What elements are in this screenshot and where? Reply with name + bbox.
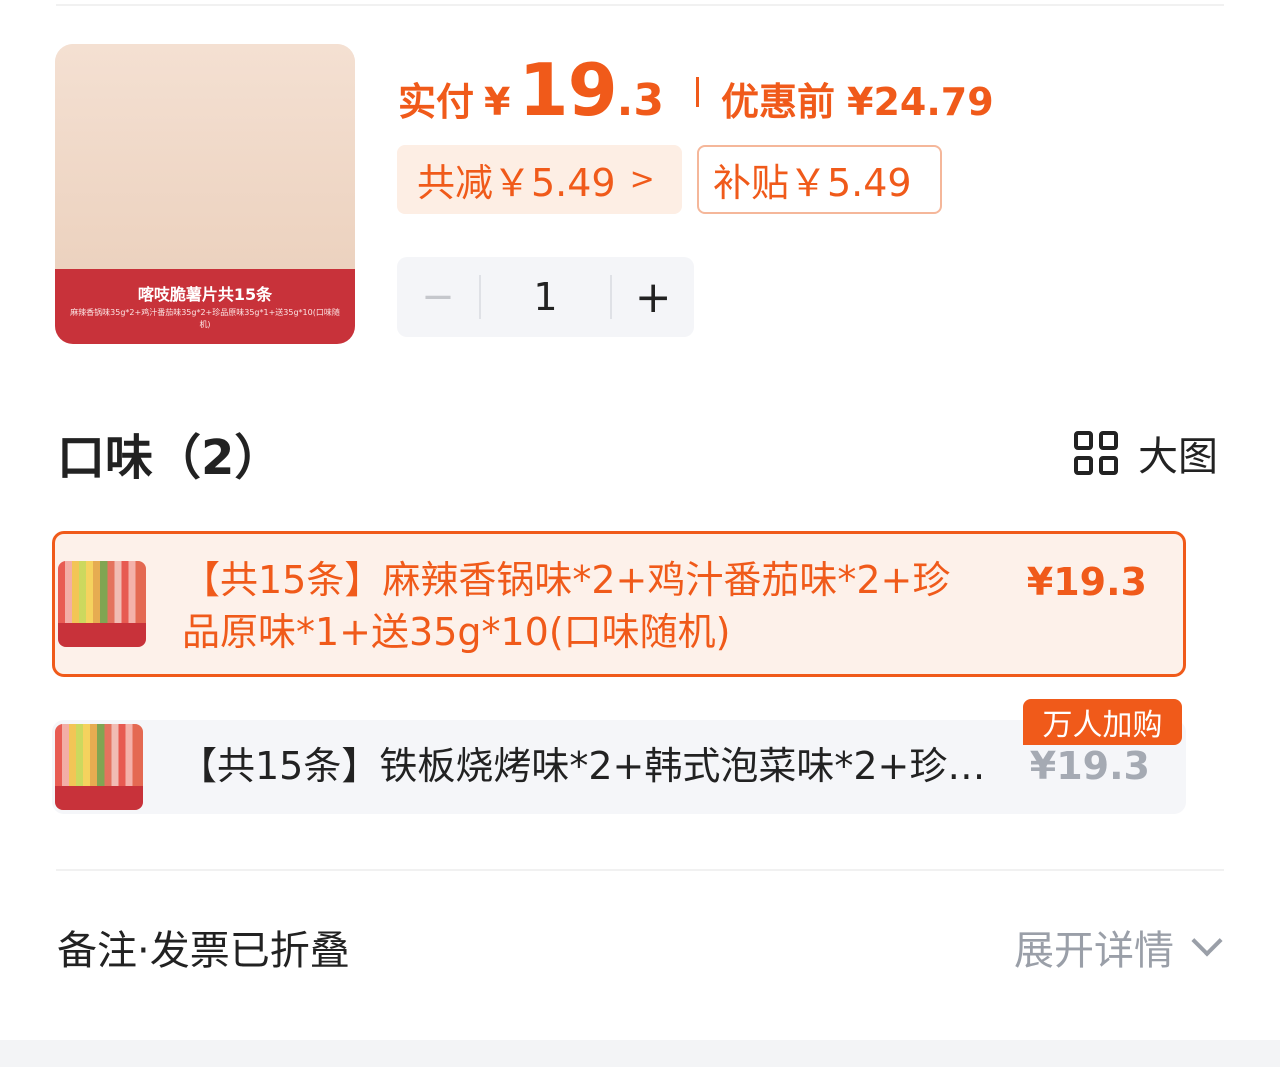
total-reduction-label: 共减￥5.49 (417, 161, 616, 205)
flavor-option-price: ¥19.3 (1026, 560, 1147, 604)
flavor-option-text: 【共15条】麻辣香锅味*2+鸡汁番茄味*2+珍品原味*1+送35g*10(口味随… (182, 558, 951, 654)
quantity-stepper: − 1 + (397, 257, 694, 337)
flavor-option-price: ¥19.3 (1029, 744, 1150, 788)
product-image-subtitle: 麻辣香锅味35g*2+鸡汁番茄味35g*2+珍品原味35g*1+送35g*10(… (70, 308, 340, 329)
paid-label: 实付 (398, 80, 475, 124)
bottom-band (0, 1040, 1280, 1067)
flavor-option-text: 【共15条】铁板烧烤味*2+韩式泡菜味*2+珍品原味*1+送35g*10(口味随… (179, 744, 986, 788)
quantity-value[interactable]: 1 (481, 275, 611, 319)
decrease-quantity-button[interactable]: − (397, 274, 479, 320)
section-divider (56, 869, 1224, 871)
before-discount-label: 优惠前 (721, 80, 836, 124)
chevron-right-icon: > (629, 162, 655, 197)
big-image-view-label: 大图 (1138, 434, 1218, 480)
note-invoice-label: 备注·发票已折叠 (57, 928, 350, 974)
total-reduction-tag[interactable]: 共减￥5.49 > (397, 145, 682, 214)
flavor-option-1[interactable]: 【共15条】麻辣香锅味*2+鸡汁番茄味*2+珍品原味*1+送35g*10(口味随… (52, 531, 1186, 677)
popular-badge: 万人加购 (1023, 699, 1182, 745)
product-image-banner: 喀吱脆薯片共15条 麻辣香锅味35g*2+鸡汁番茄味35g*2+珍品原味35g*… (55, 269, 355, 344)
price-row: 实付 ¥ 19 .3 优惠前 ¥24.79 (398, 48, 994, 132)
subsidy-label: 补贴￥5.49 (713, 161, 912, 205)
grid-icon (1074, 431, 1118, 475)
chevron-down-icon (1191, 925, 1223, 957)
product-image[interactable]: 喀吱脆薯片共15条 麻辣香锅味35g*2+鸡汁番茄味35g*2+珍品原味35g*… (55, 44, 355, 344)
flavor-option-thumbnail (58, 561, 146, 647)
flavor-option-2[interactable]: 【共15条】铁板烧烤味*2+韩式泡菜味*2+珍品原味*1+送35g*10(口味随… (52, 720, 1186, 814)
flavor-option-thumbnail (55, 724, 143, 810)
expand-details-label: 展开详情 (1014, 928, 1174, 974)
big-image-view-button[interactable]: 大图 (1074, 424, 1218, 482)
product-image-title: 喀吱脆薯片共15条 (137, 285, 273, 304)
top-divider (56, 4, 1224, 6)
price-separator (696, 77, 700, 107)
paid-price-integer: 19 (518, 48, 617, 132)
currency-symbol: ¥ (484, 80, 511, 124)
subsidy-tag: 补贴￥5.49 (697, 145, 942, 214)
expand-details-button[interactable]: 展开详情 (1014, 918, 1223, 976)
paid-price-decimal: .3 (616, 75, 665, 126)
flavor-section-title: 口味（2） (57, 430, 283, 486)
before-discount-price: ¥24.79 (847, 80, 994, 124)
product-image-packages (55, 44, 355, 269)
increase-quantity-button[interactable]: + (612, 272, 694, 323)
